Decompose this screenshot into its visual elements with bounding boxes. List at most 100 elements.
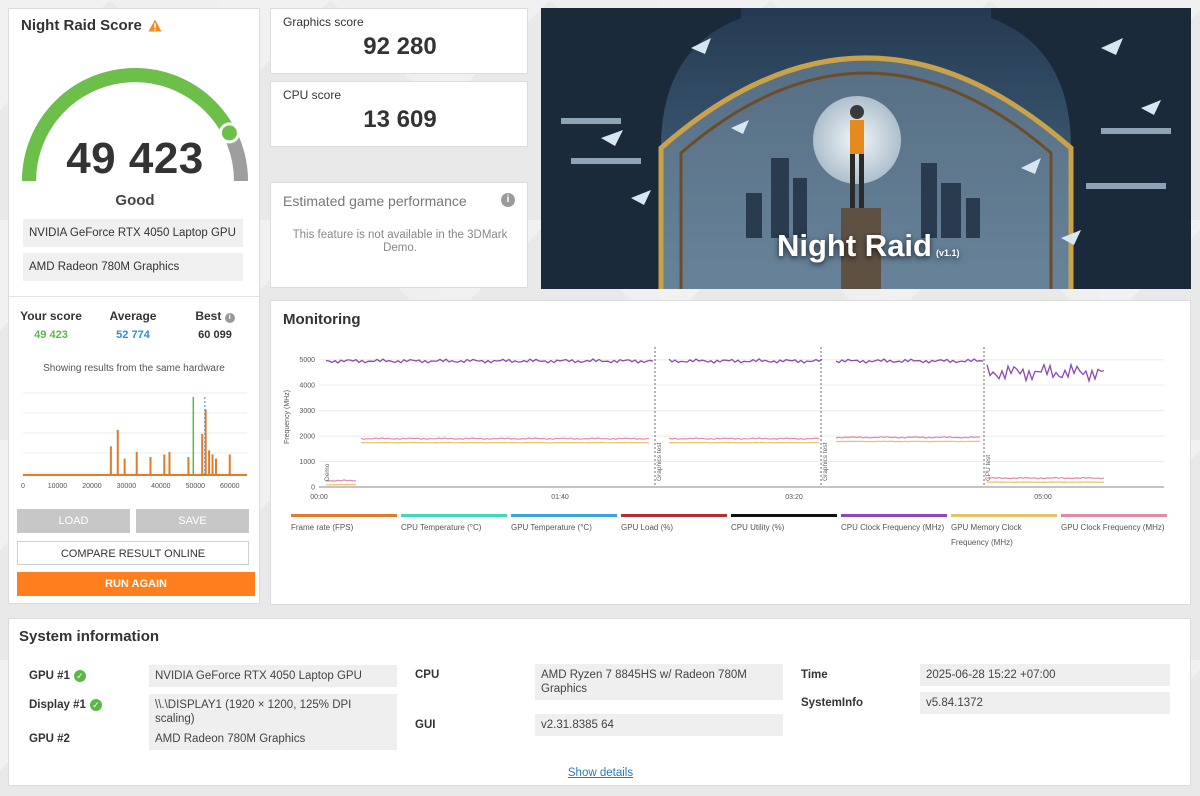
gpu1-label: GPU #1 ✓ [29,670,86,682]
legend-label: GPU Clock Frequency (MHz) [1061,523,1165,532]
x-tick-label: 01:40 [551,494,569,501]
legend-item[interactable]: Frame rate (FPS) [291,514,397,535]
save-button[interactable]: SAVE [136,509,249,533]
graphics-score-box: Graphics score 92 280 [270,8,528,74]
warning-icon[interactable] [148,19,162,32]
hero-title: Night Raid (v1.1) [777,228,960,263]
legend-swatch [841,514,947,517]
showing-results-text: Showing results from the same hardware [43,363,225,374]
test-marker-label: Demo [324,463,331,481]
histogram-tick-label: 60000 [220,483,240,490]
score-rating: Good [115,192,155,209]
check-icon: ✓ [89,699,102,711]
test-marker-label: CPU test [985,455,992,481]
legend-label: GPU Load (%) [621,523,674,532]
your-score-stat: Your score 49 423 [11,309,91,341]
histogram-tick-label: 50000 [186,483,206,490]
monitoring-chart: 0 1000 2000 3000 4000 5000 Frequency (MHz) 00:0… [284,347,1164,501]
legend-item[interactable]: CPU Temperature (°C) [401,514,507,535]
x-tick-label: 05:00 [1034,494,1052,501]
benchmark-hero-image: Night Raid (v1.1) [541,8,1191,289]
run-again-button[interactable]: RUN AGAIN [17,572,255,596]
y-tick-label: 2000 [299,434,315,441]
gpu2-value: AMD Radeon 780M Graphics [149,728,397,750]
egp-unavailable-text: This feature is not available in the 3DM… [292,229,508,254]
y-tick-label: 3000 [299,408,315,415]
legend-swatch [401,514,507,517]
x-tick-label: 03:20 [785,494,803,501]
score-title: Night Raid Score [21,17,162,34]
systeminfo-value: v5.84.1372 [920,692,1170,714]
graphics-score-label: Graphics score [283,15,364,29]
legend-item[interactable]: GPU Temperature (°C) [511,514,617,535]
info-icon[interactable]: i [224,313,235,323]
y-tick-label: 4000 [299,383,315,390]
your-score-value: 49 423 [34,329,68,341]
average-value: 52 774 [116,329,150,341]
legend-item[interactable]: GPU Load (%) [621,514,727,535]
display1-label: Display #1 ✓ [29,699,102,711]
test-marker-label: Graphics test [656,443,663,481]
y-tick-label: 0 [311,485,315,492]
legend-item[interactable]: CPU Clock Frequency (MHz) [841,514,947,535]
compare-result-online-button[interactable]: COMPARE RESULT ONLINE [17,541,249,565]
y-tick-label: 1000 [299,459,315,466]
graphics-score-value: 92 280 [363,33,437,60]
best-stat: Best i 60 099 [175,309,255,341]
show-details-link[interactable]: Show details [9,767,1192,779]
cpu-label: CPU [415,669,440,681]
check-icon: ✓ [73,670,86,682]
histogram-tick-label: 40000 [151,483,171,490]
monitoring-title: Monitoring [283,311,361,328]
display1-value: \\.\DISPLAY1 (1920 × 1200, 125% DPI scal… [149,694,397,730]
time-label: Time [801,669,828,681]
time-value: 2025-06-28 15:22 +07:00 [920,664,1170,686]
gui-value: v2.31.8385 64 [535,714,783,736]
gpu1-value: NVIDIA GeForce RTX 4050 Laptop GPU [149,665,397,687]
legend-item[interactable]: CPU Utility (%) [731,514,837,535]
cpu-score-label: CPU score [283,88,342,102]
cpu-clock-series [325,358,1105,384]
legend-label: GPU Temperature (°C) [511,523,592,532]
legend-swatch [621,514,727,517]
cpu-score-value: 13 609 [363,106,437,133]
best-value: 60 099 [198,329,232,341]
load-button[interactable]: LOAD [17,509,130,533]
gui-label: GUI [415,719,436,731]
info-icon[interactable]: i [501,193,515,207]
histogram-tick-label: 10000 [48,483,68,490]
estimated-game-performance: Estimated game performance i This featur… [270,182,528,288]
y-tick-label: 5000 [299,357,315,364]
gpu2-label: GPU #2 [29,733,70,745]
legend-item[interactable]: GPU Memory Clock Frequency (MHz) [951,514,1057,550]
overall-score: 49 423 [66,134,204,183]
average-stat: Average 52 774 [93,309,173,341]
histogram-tick-label: 20000 [82,483,102,490]
y-axis-label: Frequency (MHz) [284,390,291,444]
hero-version: (v1.1) [936,248,960,258]
system-information-panel: System information GPU #1 ✓ NVIDIA GeFor… [8,618,1191,786]
legend-swatch [511,514,617,517]
histogram-tick-label: 0 [21,483,25,490]
test-marker-label: Graphics test [822,443,829,481]
legend-swatch [291,514,397,517]
legend-label: Frame rate (FPS) [291,523,354,532]
legend-label: CPU Clock Frequency (MHz) [841,523,945,532]
hardware-igpu: AMD Radeon 780M Graphics [23,253,243,281]
systeminfo-label: SystemInfo [801,697,863,709]
cpu-score-box: CPU score 13 609 [270,81,528,147]
x-tick-label: 00:00 [310,494,328,501]
score-histogram: 0 10000 20000 30000 40000 50000 60000 [21,392,247,490]
legend-label: GPU Memory Clock Frequency (MHz) [951,523,1022,547]
legend-swatch [1061,514,1167,517]
system-information-title: System information [19,628,160,645]
legend-item[interactable]: GPU Clock Frequency (MHz) [1061,514,1167,535]
legend-label: CPU Utility (%) [731,523,785,532]
histogram-tick-label: 30000 [117,483,137,490]
score-panel: Night Raid Score 49 423 Good NVIDIA GeFo… [8,8,260,604]
legend-swatch [731,514,837,517]
monitoring-panel: Monitoring 0 1000 2000 3000 4000 5000 Frequenc… [270,300,1191,605]
cpu-value: AMD Ryzen 7 8845HS w/ Radeon 780M Graphi… [535,664,783,700]
legend-label: CPU Temperature (°C) [401,523,482,532]
divider [9,296,259,297]
